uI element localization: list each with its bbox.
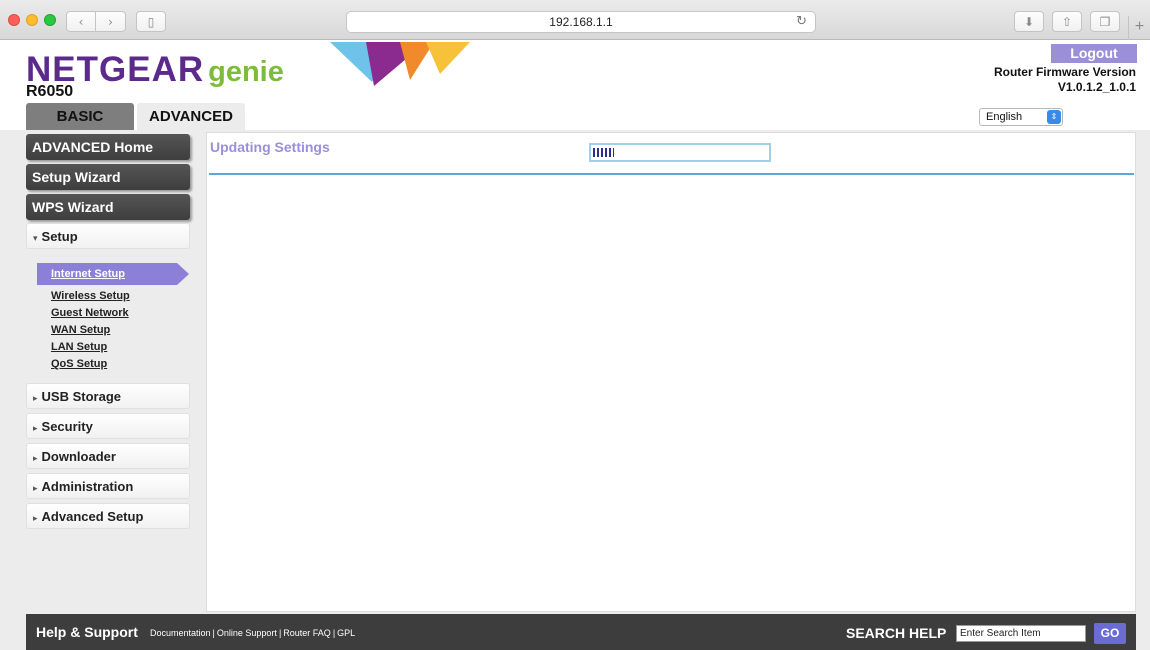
brand-suffix: genie: [208, 56, 284, 88]
sidebar-item-guest-network[interactable]: Guest Network: [51, 307, 129, 319]
tabs-icon: ❐: [1099, 14, 1111, 29]
online-support-link[interactable]: Online Support: [217, 628, 277, 638]
reload-icon[interactable]: ↻: [796, 12, 807, 32]
router-header: NETGEAR genie R6050 Logout Router Firmwar…: [0, 40, 1150, 130]
chevron-right-icon: ›: [108, 14, 113, 29]
share-button[interactable]: ⇧: [1052, 11, 1082, 32]
caret-right-icon: ▸: [33, 484, 38, 494]
minimize-window-button[interactable]: [26, 14, 38, 26]
sub-item-label: Internet Setup: [51, 268, 125, 280]
section-label: Advanced Setup: [41, 509, 144, 524]
section-label: Downloader: [41, 449, 116, 464]
divider: [209, 173, 1134, 175]
router-model: R6050: [26, 83, 74, 100]
sidebar-section-advanced-setup[interactable]: ▸ Advanced Setup: [26, 503, 190, 529]
sidebar-section-security[interactable]: ▸ Security: [26, 413, 190, 439]
logout-button[interactable]: Logout: [1051, 44, 1137, 63]
sidebar-icon: ▯: [147, 14, 155, 29]
sidebar-section-setup[interactable]: ▾ Setup: [26, 223, 190, 249]
close-window-button[interactable]: [8, 14, 20, 26]
section-label: USB Storage: [41, 389, 121, 404]
history-nav: ‹ ›: [66, 11, 126, 32]
page-title: Updating Settings: [210, 139, 330, 155]
sidebar-item-lan-setup[interactable]: LAN Setup: [51, 341, 107, 353]
download-icon: ⬇: [1023, 14, 1035, 29]
caret-right-icon: ▸: [33, 394, 38, 404]
forward-button[interactable]: ›: [96, 12, 125, 31]
search-help-input[interactable]: Enter Search Item: [956, 625, 1086, 642]
sidebar-section-usb-storage[interactable]: ▸ USB Storage: [26, 383, 190, 409]
share-icon: ⇧: [1061, 14, 1073, 29]
genie-graphic-icon: [330, 42, 470, 86]
caret-right-icon: ▸: [33, 454, 38, 464]
tab-advanced[interactable]: ADVANCED: [137, 103, 245, 130]
sidebar-item-wireless-setup[interactable]: Wireless Setup: [51, 290, 130, 302]
caret-right-icon: ▸: [33, 514, 38, 524]
sidebar-item-advanced-home[interactable]: ADVANCED Home: [26, 134, 190, 160]
language-value: English: [986, 111, 1023, 123]
section-label: Administration: [41, 479, 134, 494]
language-select[interactable]: English ⇕: [979, 108, 1063, 126]
sidebar-toggle-button[interactable]: ▯: [136, 11, 166, 32]
firmware-version: V1.0.1.2_1.0.1: [1057, 80, 1136, 94]
zoom-window-button[interactable]: [44, 14, 56, 26]
caret-right-icon: ▸: [33, 424, 38, 434]
sidebar-item-wan-setup[interactable]: WAN Setup: [51, 324, 110, 336]
url-text: 192.168.1.1: [549, 15, 613, 29]
tab-basic[interactable]: BASIC: [26, 103, 134, 130]
sidebar-section-administration[interactable]: ▸ Administration: [26, 473, 190, 499]
section-label: Setup: [41, 229, 78, 244]
sidebar-item-qos-setup[interactable]: QoS Setup: [51, 358, 107, 370]
downloads-button[interactable]: ⬇: [1014, 11, 1044, 32]
go-button[interactable]: GO: [1094, 623, 1126, 644]
section-label: Security: [41, 419, 93, 434]
help-title: Help & Support: [36, 624, 138, 640]
chevron-left-icon: ‹: [78, 14, 84, 29]
sidebar-item-wps-wizard[interactable]: WPS Wizard: [26, 194, 190, 220]
help-support-bar: Help & Support Documentation | Online Supp…: [26, 614, 1136, 650]
select-arrows-icon: ⇕: [1047, 110, 1061, 124]
search-help-label: SEARCH HELP: [846, 625, 947, 641]
browser-toolbar: ‹ › ▯ 192.168.1.1 ↻ ⬇ ⇧ ❐ +: [0, 0, 1150, 40]
back-button[interactable]: ‹: [67, 12, 97, 31]
router-faq-link[interactable]: Router FAQ: [283, 628, 331, 638]
new-tab-button[interactable]: +: [1128, 16, 1150, 40]
sidebar-item-internet-setup[interactable]: Internet Setup: [37, 263, 189, 285]
sidebar-item-setup-wizard[interactable]: Setup Wizard: [26, 164, 190, 190]
caret-down-icon: ▾: [33, 234, 38, 244]
address-bar[interactable]: 192.168.1.1 ↻: [346, 11, 816, 33]
help-links: Documentation | Online Support | Router FAQ |…: [150, 628, 356, 638]
main-content-panel: Updating Settings: [206, 132, 1136, 612]
firmware-label: Router Firmware Version: [993, 65, 1136, 79]
progress-bar: [589, 143, 771, 162]
sidebar-section-downloader[interactable]: ▸ Downloader: [26, 443, 190, 469]
gpl-link[interactable]: GPL: [337, 628, 355, 638]
documentation-link[interactable]: Documentation: [150, 628, 211, 638]
advanced-sidebar: ADVANCED Home Setup Wizard WPS Wizard ▾ S…: [26, 132, 196, 610]
tab-overview-button[interactable]: ❐: [1090, 11, 1120, 32]
progress-bar-fill: [593, 148, 615, 157]
